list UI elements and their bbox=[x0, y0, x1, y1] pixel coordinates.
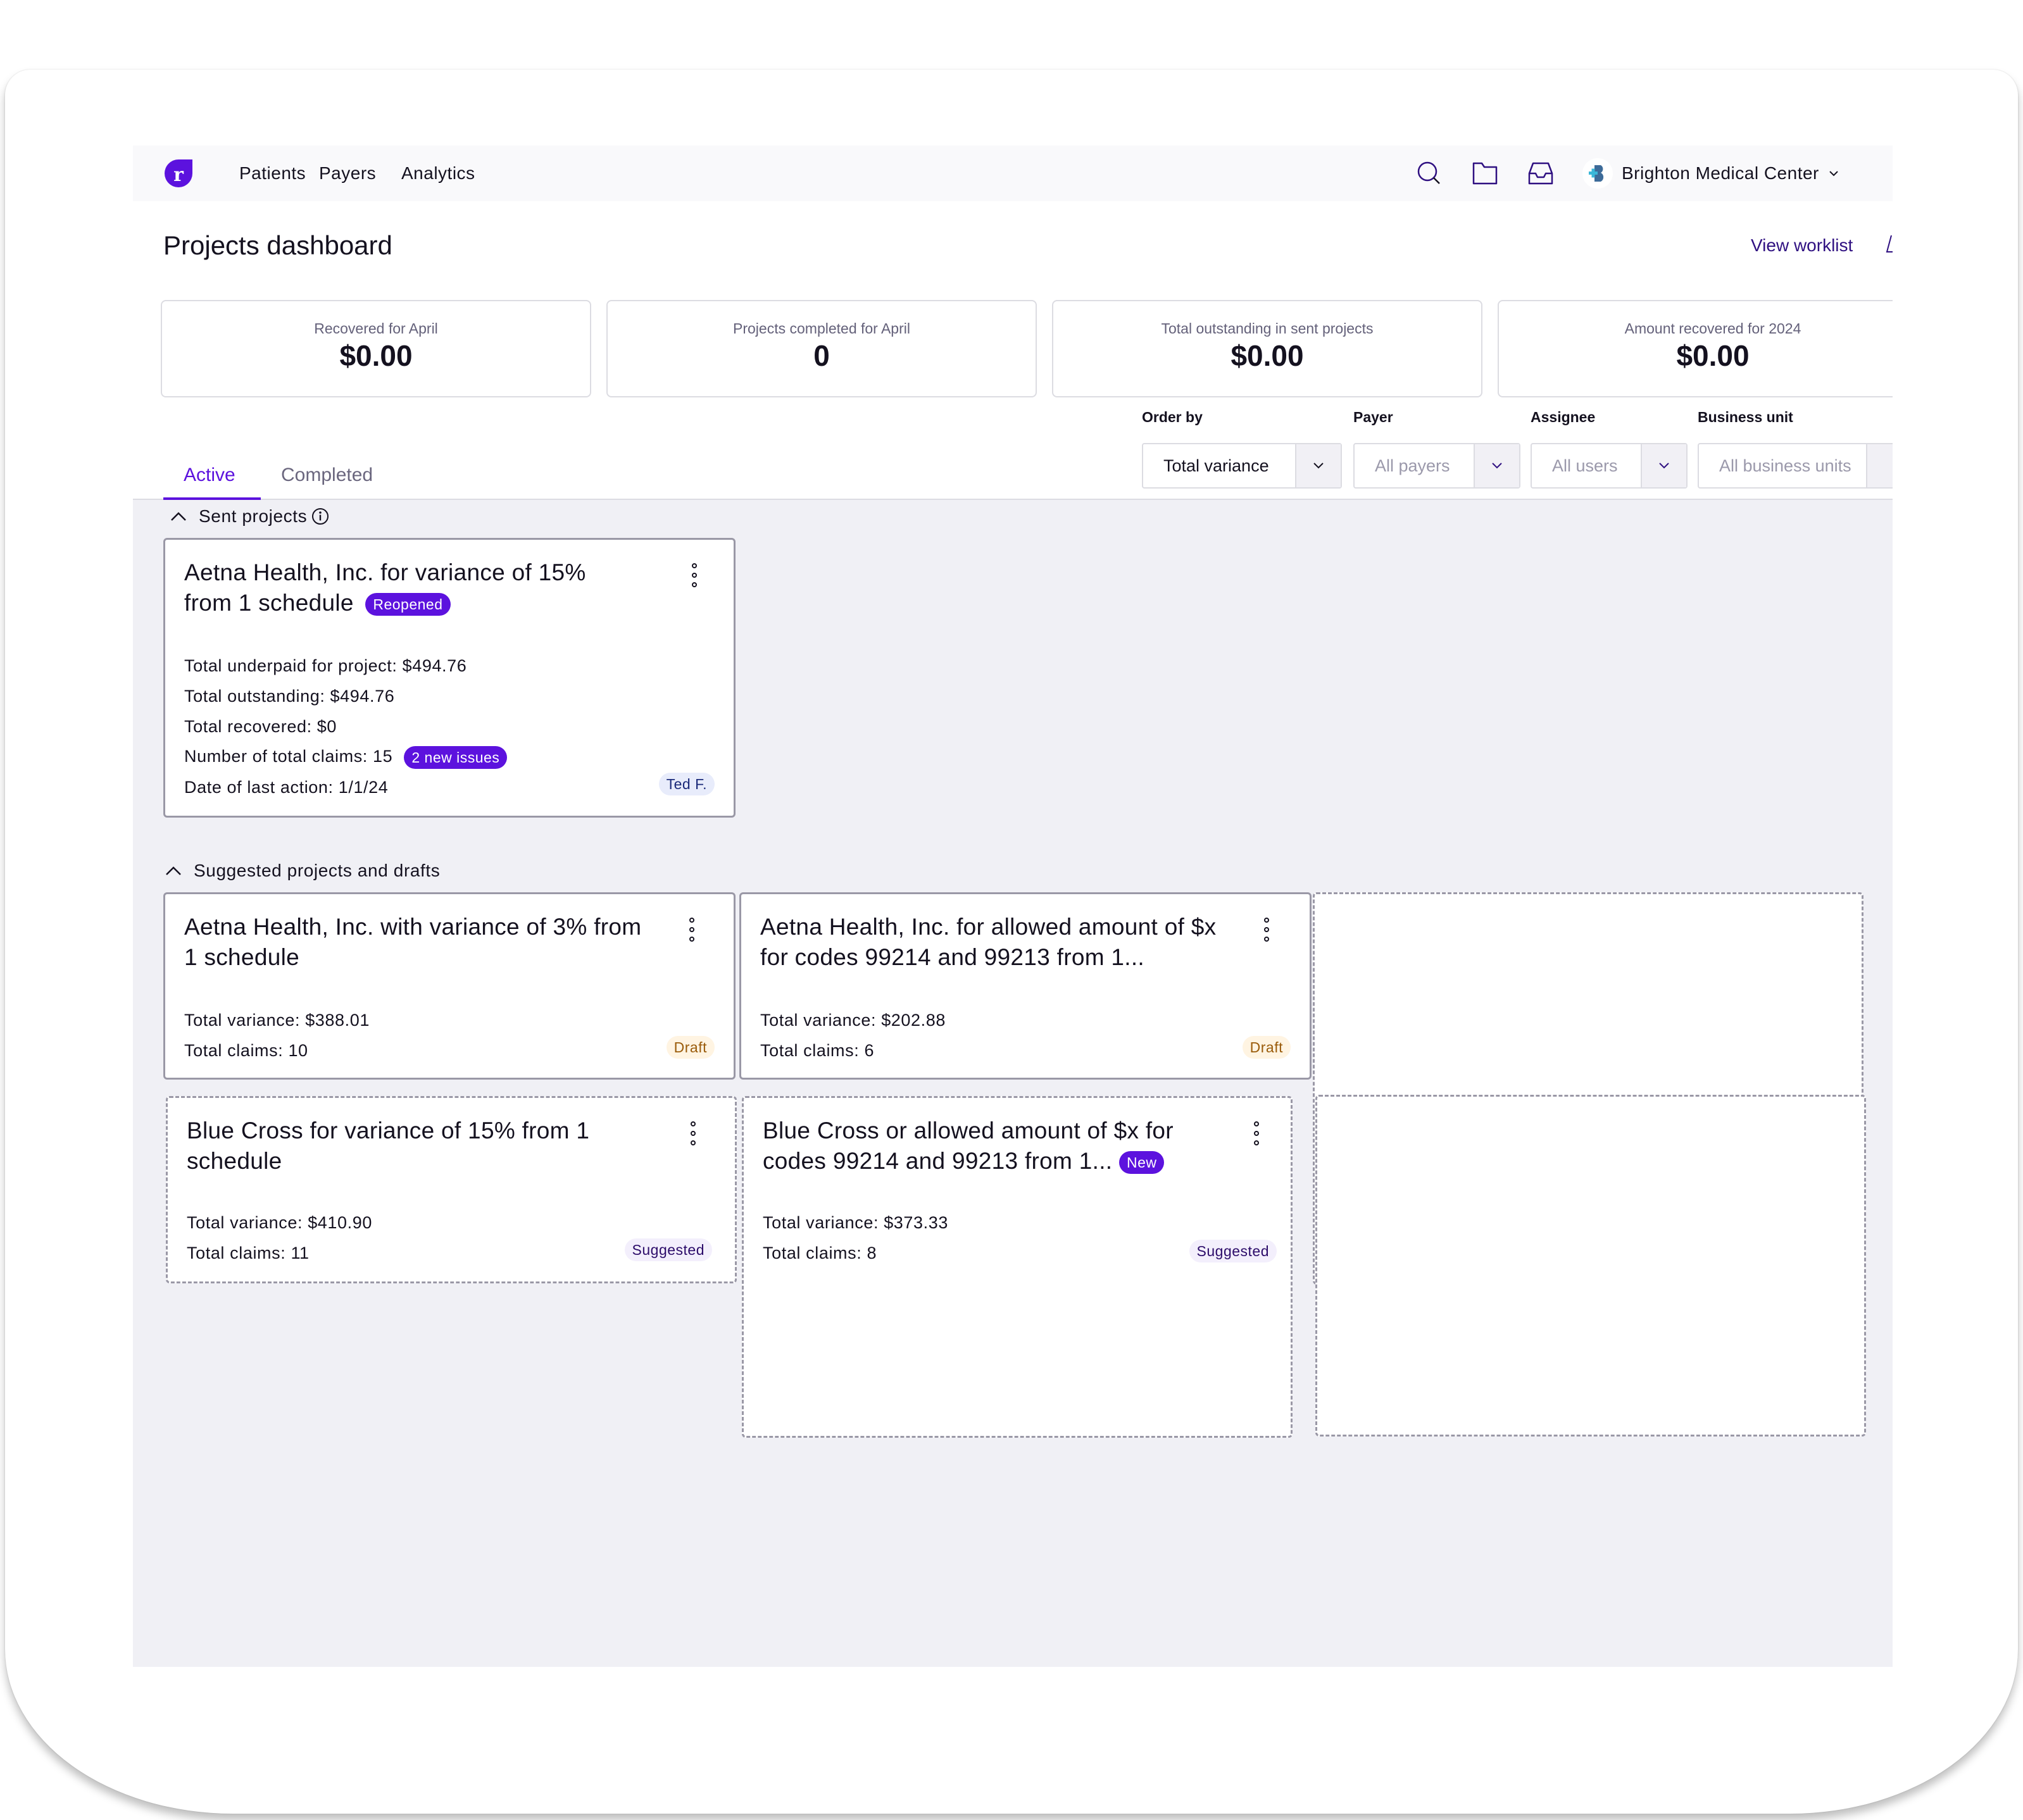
payer-label: Payer bbox=[1353, 409, 1393, 425]
date-last-action: Date of last action: 1/1/24 bbox=[184, 778, 389, 797]
total-claims: Total claims: 10 bbox=[184, 1041, 308, 1060]
info-icon[interactable] bbox=[311, 507, 330, 526]
assignee-placeholder: All users bbox=[1552, 456, 1618, 475]
total-variance: Total variance: $202.88 bbox=[760, 1011, 946, 1030]
svg-text:r: r bbox=[173, 164, 184, 186]
brand-logo[interactable]: r bbox=[163, 158, 194, 189]
search-icon[interactable] bbox=[1415, 159, 1443, 187]
more-options-icon[interactable] bbox=[688, 561, 701, 589]
stat-label: Amount recovered for 2024 bbox=[1624, 320, 1801, 337]
order-by-label: Order by bbox=[1142, 409, 1203, 425]
total-recovered: Total recovered: $0 bbox=[184, 717, 337, 736]
chevron-down-icon[interactable] bbox=[1295, 444, 1341, 487]
order-by-select[interactable]: Total variance bbox=[1142, 443, 1342, 489]
folder-icon[interactable] bbox=[1471, 159, 1499, 187]
stat-card-total-outstanding: Total outstanding in sent projects $0.00 bbox=[1052, 300, 1482, 397]
draft-badge: Draft bbox=[1242, 1036, 1291, 1059]
project-title: Blue Cross or allowed amount of $x for c… bbox=[763, 1118, 1174, 1175]
payer-placeholder: All payers bbox=[1375, 456, 1450, 475]
draft-project-card[interactable]: Aetna Health, Inc. with variance of 3% f… bbox=[163, 892, 736, 1080]
total-variance: Total variance: $388.01 bbox=[184, 1011, 370, 1030]
app-window: r Patients Payers Analytics Brighton Med bbox=[133, 146, 1893, 1667]
total-claims: Number of total claims: 15 bbox=[184, 747, 393, 766]
stat-label: Recovered for April bbox=[314, 320, 438, 337]
suggested-badge: Suggested bbox=[624, 1238, 712, 1261]
nav-link-payers[interactable]: Payers bbox=[319, 163, 376, 184]
chevron-down-icon[interactable] bbox=[1866, 444, 1893, 487]
total-variance: Total variance: $373.33 bbox=[763, 1213, 948, 1232]
reopened-badge: Reopened bbox=[365, 593, 451, 616]
inbox-icon[interactable] bbox=[1527, 159, 1555, 187]
more-options-icon[interactable] bbox=[1260, 916, 1273, 944]
assignee-badge[interactable]: Ted F. bbox=[658, 773, 715, 795]
total-variance: Total variance: $410.90 bbox=[187, 1213, 372, 1232]
stat-value: $0.00 bbox=[1676, 339, 1750, 372]
order-by-value: Total variance bbox=[1163, 456, 1269, 475]
sent-projects-heading: Sent projects bbox=[199, 506, 308, 526]
payer-select[interactable]: All payers bbox=[1353, 443, 1520, 489]
suggested-project-card[interactable]: Blue Cross or allowed amount of $x for c… bbox=[742, 1096, 1293, 1438]
nav-link-analytics[interactable]: Analytics bbox=[401, 163, 475, 184]
organization-switcher[interactable]: Brighton Medical Center bbox=[1582, 156, 1839, 191]
new-issues-badge[interactable]: 2 new issues bbox=[404, 746, 508, 769]
projects-content: Sent projects Aetna Health, Inc. for var… bbox=[133, 500, 1893, 1667]
draft-project-card[interactable]: Aetna Health, Inc. for allowed amount of… bbox=[739, 892, 1312, 1080]
project-title: Aetna Health, Inc. with variance of 3% f… bbox=[184, 914, 642, 970]
more-options-icon[interactable] bbox=[1250, 1119, 1263, 1147]
stat-value: $0.00 bbox=[1231, 339, 1304, 372]
new-badge: New bbox=[1118, 1151, 1165, 1175]
chevron-up-icon bbox=[171, 512, 186, 521]
total-claims: Total claims: 8 bbox=[763, 1243, 877, 1262]
assignee-label: Assignee bbox=[1531, 409, 1596, 425]
suggested-projects-heading: Suggested projects and drafts bbox=[194, 861, 441, 880]
draft-badge: Draft bbox=[666, 1036, 715, 1059]
project-title: Blue Cross for variance of 15% from 1 sc… bbox=[187, 1118, 590, 1174]
project-title: Aetna Health, Inc. for allowed amount of… bbox=[760, 914, 1217, 970]
more-options-icon[interactable] bbox=[686, 916, 698, 944]
stat-card-recovered-april: Recovered for April $0.00 bbox=[161, 300, 591, 397]
chevron-up-icon bbox=[166, 866, 181, 875]
nav-link-patients[interactable]: Patients bbox=[239, 163, 306, 184]
business-unit-label: Business unit bbox=[1698, 409, 1793, 425]
suggested-badge: Suggested bbox=[1189, 1240, 1277, 1262]
stat-label: Total outstanding in sent projects bbox=[1161, 320, 1374, 337]
sent-projects-toggle[interactable]: Sent projects bbox=[170, 506, 341, 527]
chevron-down-icon bbox=[1829, 171, 1838, 177]
suggested-projects-toggle[interactable]: Suggested projects and drafts bbox=[165, 861, 440, 881]
top-nav: r Patients Payers Analytics Brighton Med bbox=[133, 146, 1893, 201]
view-worklist-link[interactable]: View worklist bbox=[1751, 235, 1853, 256]
suggested-project-card[interactable]: Blue Cross for variance of 15% from 1 sc… bbox=[166, 1096, 737, 1283]
tab-active[interactable]: Active bbox=[184, 464, 235, 496]
more-options-icon[interactable] bbox=[687, 1119, 699, 1147]
total-outstanding: Total outstanding: $494.76 bbox=[184, 687, 395, 706]
stat-card-projects-completed: Projects completed for April 0 bbox=[606, 300, 1037, 397]
total-underpaid: Total underpaid for project: $494.76 bbox=[184, 656, 467, 675]
tab-completed[interactable]: Completed bbox=[281, 464, 373, 496]
stat-card-recovered-2024: Amount recovered for 2024 $0.00 bbox=[1498, 300, 1893, 397]
chevron-down-icon[interactable] bbox=[1474, 444, 1519, 487]
stat-label: Projects completed for April bbox=[733, 320, 910, 337]
total-claims: Total claims: 11 bbox=[187, 1243, 310, 1262]
organization-logo bbox=[1582, 158, 1613, 189]
page-title: Projects dashboard bbox=[163, 230, 392, 260]
organization-name: Brighton Medical Center bbox=[1622, 163, 1819, 183]
sent-project-card[interactable]: Aetna Health, Inc. for variance of 15% f… bbox=[163, 538, 736, 818]
business-unit-select[interactable]: All business units bbox=[1698, 443, 1893, 489]
stat-value: 0 bbox=[813, 339, 830, 372]
project-title: Aetna Health, Inc. for variance of 15% f… bbox=[184, 559, 586, 616]
clipped-action-icon[interactable] bbox=[1885, 233, 1893, 256]
total-claims-row: Number of total claims: 15 2 new issues bbox=[184, 746, 508, 769]
empty-project-slot bbox=[1315, 1095, 1866, 1437]
assignee-select[interactable]: All users bbox=[1531, 443, 1688, 489]
business-unit-placeholder: All business units bbox=[1719, 456, 1851, 475]
chevron-down-icon[interactable] bbox=[1641, 444, 1686, 487]
total-claims: Total claims: 6 bbox=[760, 1041, 875, 1060]
stat-value: $0.00 bbox=[339, 339, 413, 372]
